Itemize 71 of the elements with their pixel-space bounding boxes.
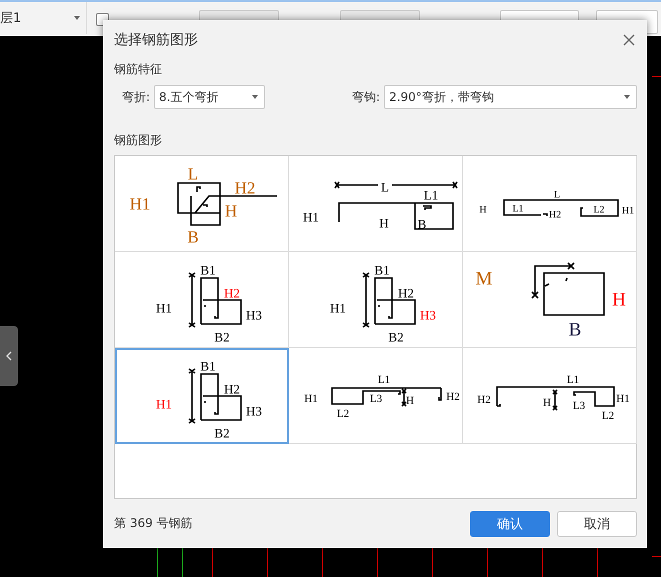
shape-option[interactable]: L1 H1 L3 H H2 L2 xyxy=(289,348,463,444)
section-heading: 钢筋图形 xyxy=(114,132,163,149)
dimension-label: L xyxy=(554,190,560,200)
dimension-label: L1 xyxy=(424,188,438,202)
dimension-label: L3 xyxy=(572,400,586,412)
dimension-label: H xyxy=(224,202,238,220)
caret-icon xyxy=(624,95,630,99)
dimension-label: H3 xyxy=(246,308,262,322)
dimension-label: B2 xyxy=(214,330,230,344)
layer-dropdown[interactable]: 层1 xyxy=(0,2,87,34)
chevron-left-icon xyxy=(5,351,13,361)
rebar-number: 第 369 号钢筋 xyxy=(114,515,193,532)
dimension-label: H3 xyxy=(246,404,262,418)
dimension-label: B xyxy=(568,320,582,340)
confirm-button[interactable]: 确认 xyxy=(470,510,550,536)
dimension-label: B2 xyxy=(214,426,230,440)
shape-option[interactable]: M H B xyxy=(463,252,637,348)
dimension-label: H2 xyxy=(224,286,240,300)
dimension-label: H1 xyxy=(304,393,318,405)
dimension-label: L xyxy=(188,164,198,184)
hook-select[interactable]: 2.90°弯折，带弯钩 xyxy=(384,85,638,109)
shape-option[interactable]: L H L1 H2 L2 H1 xyxy=(463,156,637,252)
dimension-label: H2 xyxy=(446,391,460,403)
dimension-label: H2 xyxy=(477,394,491,406)
dimension-label: L2 xyxy=(336,408,350,420)
shape-option[interactable]: B1 H2 H1 H3 B2 xyxy=(115,252,289,348)
dimension-label: B2 xyxy=(388,330,404,344)
dimension-label: H xyxy=(543,397,551,409)
dimension-label: H1 xyxy=(156,300,172,316)
shape-option[interactable]: L L1 H1 H B xyxy=(289,156,463,252)
dimension-label: H xyxy=(406,395,414,407)
dimension-label: H2 xyxy=(224,382,240,396)
bend-select[interactable]: 8.五个弯折 xyxy=(154,85,266,109)
dimension-label: L1 xyxy=(566,374,580,386)
dimension-label: H xyxy=(479,204,487,216)
shape-option[interactable]: B1 H2 H1 H3 B2 xyxy=(289,252,463,348)
dimension-label: L3 xyxy=(370,393,382,405)
dimension-label: B xyxy=(418,216,426,232)
section-heading: 钢筋特征 xyxy=(114,61,163,78)
close-icon[interactable] xyxy=(623,34,635,46)
dimension-label: B1 xyxy=(374,262,390,278)
dimension-label: H1 xyxy=(156,396,172,412)
cancel-button[interactable]: 取消 xyxy=(557,510,637,536)
dimension-label: L2 xyxy=(593,204,605,216)
dimension-label: H2 xyxy=(234,178,256,198)
dimension-label: L2 xyxy=(602,410,614,422)
dimension-label: B1 xyxy=(200,358,216,374)
dimension-label: H1 xyxy=(303,210,319,224)
dimension-label: H1 xyxy=(622,206,634,216)
caret-icon xyxy=(74,16,80,20)
dimension-label: H2 xyxy=(548,210,562,220)
caret-icon xyxy=(252,95,258,99)
dimension-label: M xyxy=(476,268,492,290)
shape-option[interactable]: H1 L H2 H B xyxy=(115,156,289,252)
shape-option[interactable]: L1 H2 H L3 H1 L2 xyxy=(463,348,637,444)
dimension-label: H xyxy=(379,216,389,230)
bend-label: 弯折: xyxy=(122,88,150,106)
dimension-label: L1 xyxy=(378,374,390,386)
dimension-label: B1 xyxy=(200,262,216,278)
dimension-label: H1 xyxy=(130,194,150,214)
dimension-label: H xyxy=(612,290,626,310)
dimension-label: L xyxy=(381,180,389,194)
shape-option[interactable]: B1 H2 H1 H3 B2 xyxy=(115,348,289,444)
dimension-label: L1 xyxy=(512,204,524,214)
dialog-title: 选择钢筋图形 xyxy=(114,31,198,49)
dimension-label: H1 xyxy=(616,393,630,405)
dimension-label: B xyxy=(187,228,199,246)
dimension-label: H3 xyxy=(420,308,436,322)
hook-label: 弯钩: xyxy=(352,88,380,106)
dimension-label: H1 xyxy=(330,300,346,316)
dimension-label: H2 xyxy=(398,286,414,300)
